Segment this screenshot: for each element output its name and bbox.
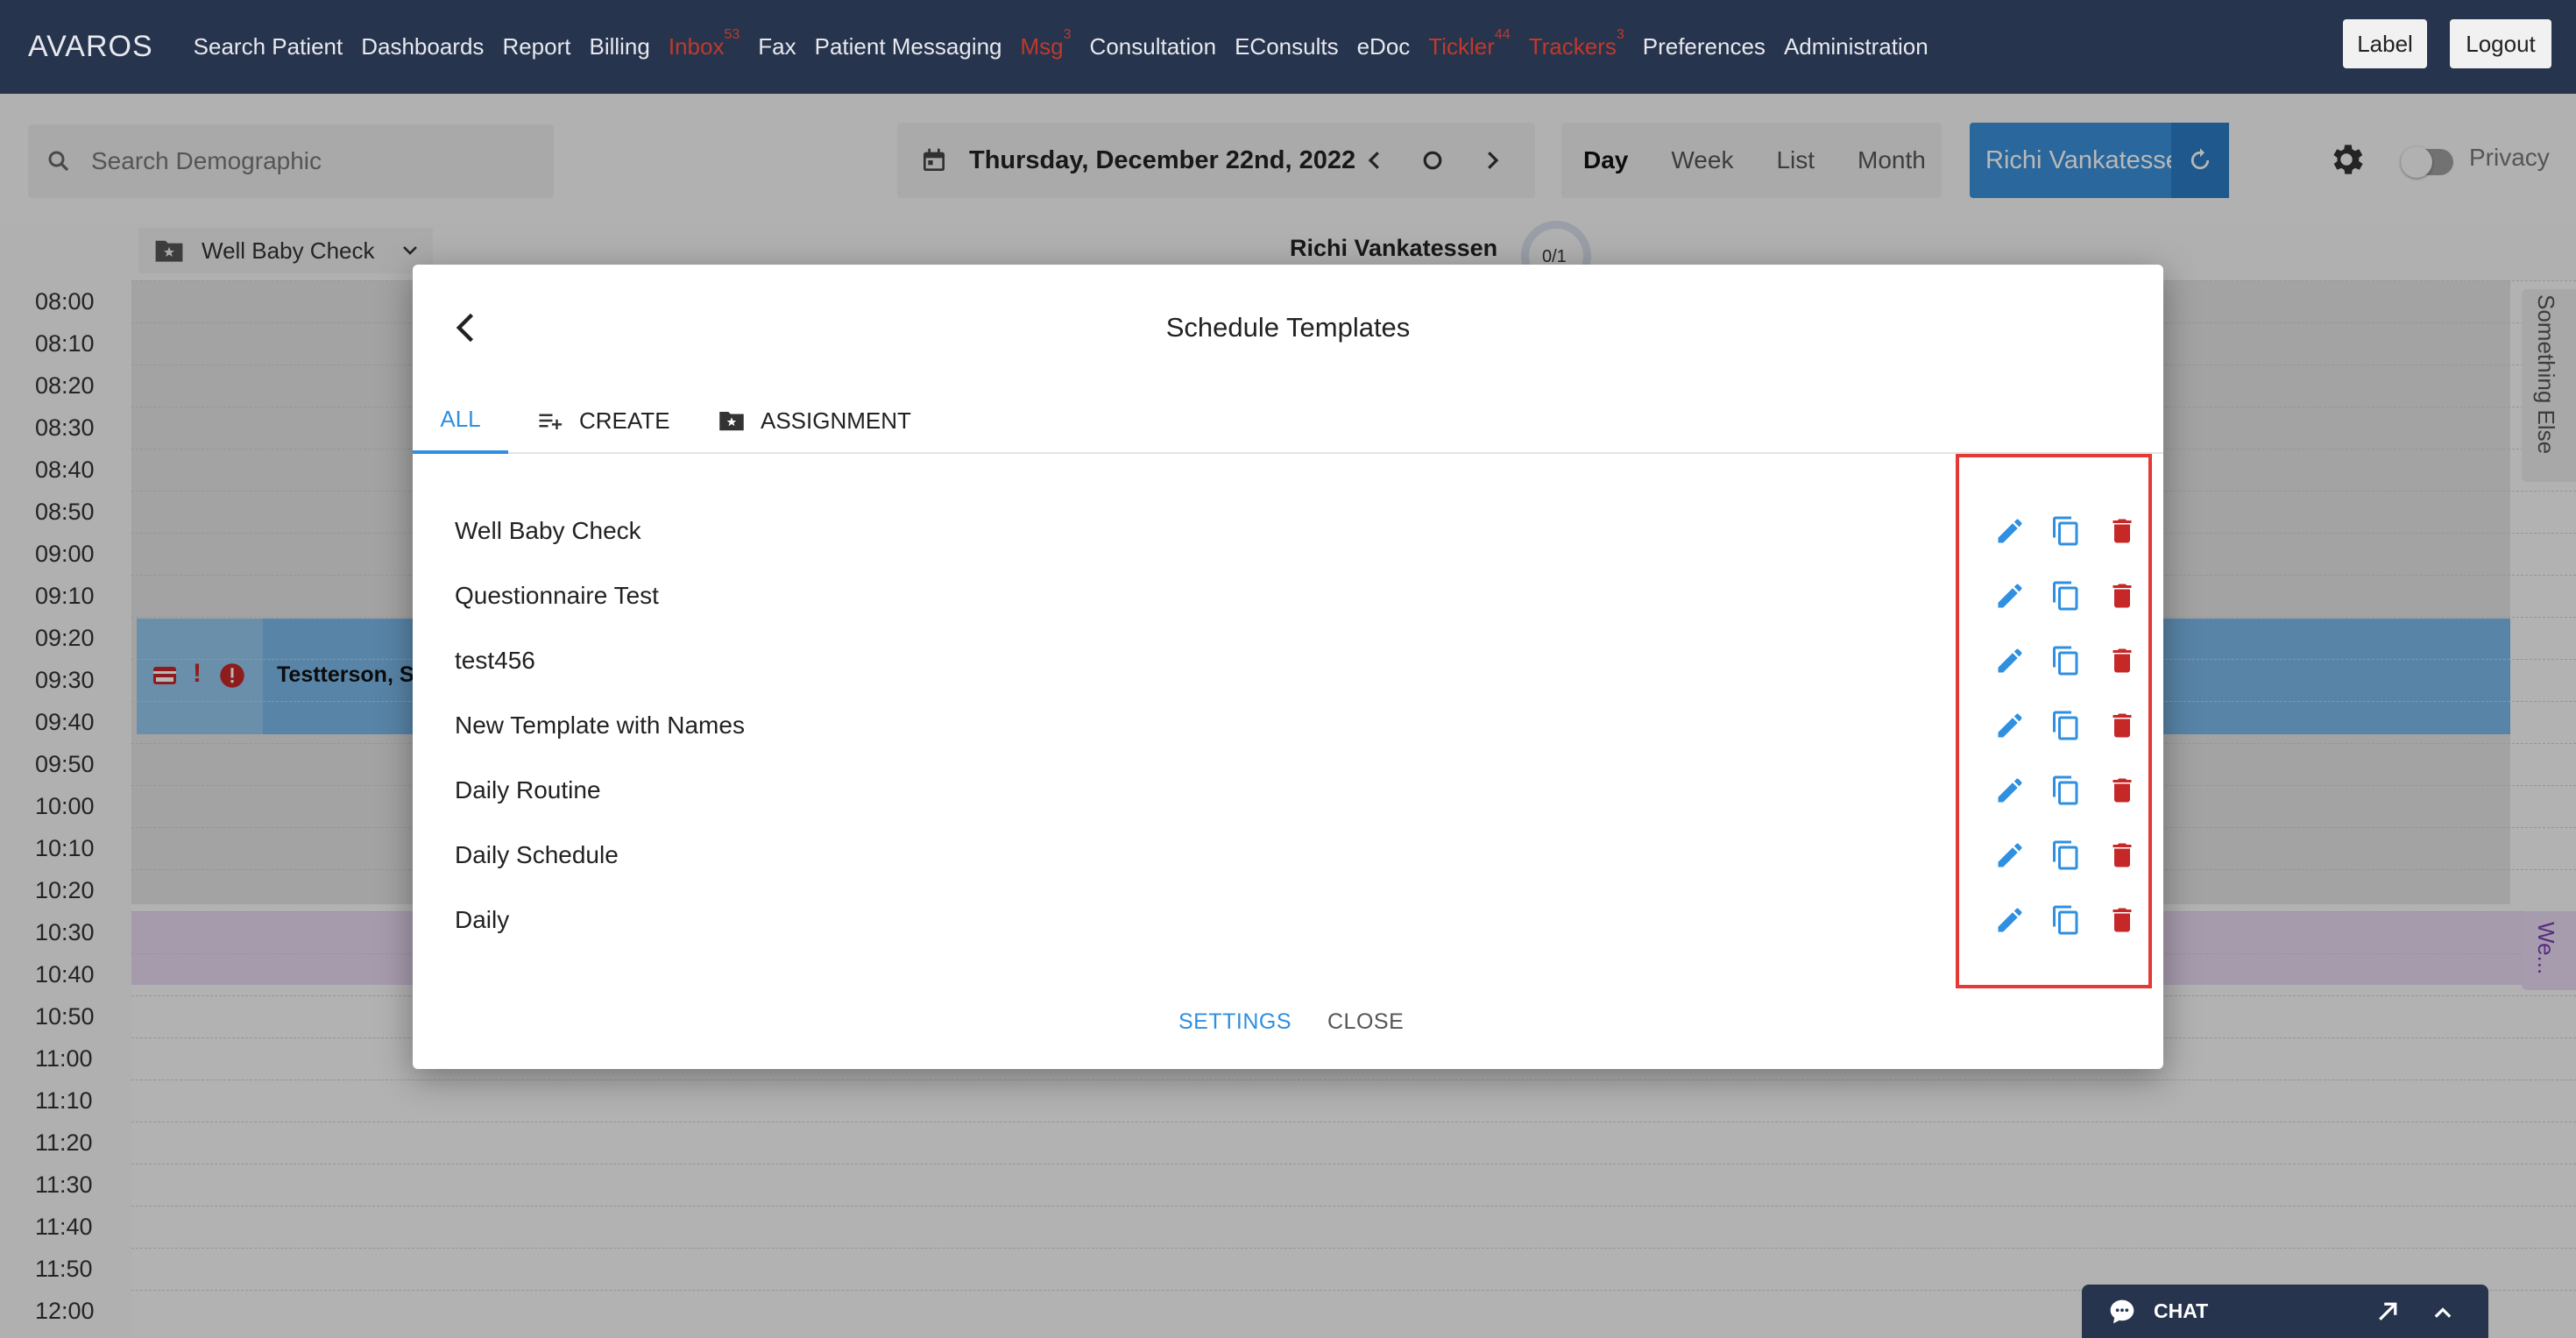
nav-item-label: Patient Messaging (814, 33, 1002, 60)
logout-button[interactable]: Logout (2450, 19, 2551, 68)
template-row[interactable]: Well Baby Check (413, 499, 2163, 564)
template-row[interactable]: Daily Schedule (413, 824, 2163, 888)
tab-all[interactable]: ALL (413, 387, 508, 454)
template-name[interactable]: Daily Routine (455, 776, 601, 804)
template-row[interactable]: Daily Routine (413, 759, 2163, 824)
nav-item-dashboards[interactable]: Dashboards (361, 33, 484, 60)
nav-item-label: Report (502, 33, 571, 60)
nav-item-econsults[interactable]: EConsults (1235, 33, 1339, 60)
nav-item-label: Billing (589, 33, 650, 60)
dialog-title: Schedule Templates (1165, 312, 1411, 343)
nav-item-edoc[interactable]: eDoc (1357, 33, 1411, 60)
close-button[interactable]: CLOSE (1327, 1009, 1404, 1035)
nav-item-label: Dashboards (361, 33, 485, 60)
nav-item-count-badge: 53 (724, 27, 740, 43)
actions-highlight-box (1956, 454, 2152, 988)
tab-create-label: CREATE (579, 407, 670, 434)
template-name[interactable]: Daily (455, 906, 509, 934)
brand-logo: AVAROS (28, 30, 153, 63)
nav-item-tickler[interactable]: Tickler44 (1428, 27, 1510, 60)
template-row[interactable]: test456 (413, 629, 2163, 694)
nav-item-label: Inbox (668, 33, 725, 60)
nav-item-search-patient[interactable]: Search Patient (194, 33, 343, 60)
nav-item-count-badge: 44 (1494, 27, 1511, 43)
label-button[interactable]: Label (2343, 19, 2427, 68)
nav-item-label: Preferences (1642, 33, 1766, 60)
nav-item-billing[interactable]: Billing (589, 33, 649, 60)
template-row[interactable]: Questionnaire Test (413, 564, 2163, 629)
nav-item-label: Tickler (1428, 33, 1495, 60)
tab-assignment-label: ASSIGNMENT (761, 407, 911, 434)
template-name[interactable]: Daily Schedule (455, 841, 619, 869)
chat-widget[interactable]: CHAT (2082, 1285, 2488, 1338)
nav-item-count-badge: 3 (1616, 27, 1624, 43)
nav-item-consultation[interactable]: Consultation (1090, 33, 1217, 60)
nav-item-patient-messaging[interactable]: Patient Messaging (815, 33, 1002, 60)
nav-item-preferences[interactable]: Preferences (1643, 33, 1766, 60)
chevron-up-icon[interactable] (2431, 1300, 2455, 1325)
nav-item-label: Fax (758, 33, 796, 60)
chat-bubble-icon (2110, 1299, 2134, 1323)
nav-item-count-badge: 3 (1063, 27, 1072, 43)
nav-item-msg[interactable]: Msg3 (1020, 27, 1072, 60)
schedule-templates-dialog: Schedule Templates ALL CREATE ASSIGNMENT… (413, 265, 2163, 1069)
nav-item-label: Search Patient (193, 33, 343, 60)
template-row[interactable]: Daily (413, 888, 2163, 953)
nav-item-label: Msg (1020, 33, 1064, 60)
settings-button[interactable]: SETTINGS (1178, 1009, 1292, 1035)
tab-create[interactable]: CREATE (537, 387, 670, 454)
dialog-tabs: ALL CREATE ASSIGNMENT (413, 387, 2163, 454)
nav-item-label: Administration (1783, 33, 1928, 60)
nav-item-inbox[interactable]: Inbox53 (668, 27, 740, 60)
tab-assignment[interactable]: ASSIGNMENT (718, 387, 911, 454)
nav-item-label: Trackers (1528, 33, 1617, 60)
template-name[interactable]: Questionnaire Test (455, 582, 659, 610)
open-in-new-icon[interactable] (2374, 1299, 2401, 1325)
template-name[interactable]: test456 (455, 647, 535, 675)
template-name[interactable]: Well Baby Check (455, 517, 641, 545)
nav-item-trackers[interactable]: Trackers3 (1528, 27, 1624, 60)
nav-item-administration[interactable]: Administration (1784, 33, 1928, 60)
chat-label: CHAT (2154, 1299, 2209, 1322)
template-name[interactable]: New Template with Names (455, 711, 745, 740)
nav-item-label: EConsults (1235, 33, 1339, 60)
nav-menu: Search Patient Dashboards Report Billing Inb… (194, 27, 1947, 60)
folder-star-icon (719, 412, 744, 431)
template-row[interactable]: New Template with Names (413, 694, 2163, 759)
tab-all-label: ALL (440, 405, 481, 432)
top-nav: AVAROS Search Patient Dashboards Report Bil… (0, 0, 2576, 94)
nav-item-label: Consultation (1089, 33, 1217, 60)
nav-item-fax[interactable]: Fax (758, 33, 796, 60)
playlist-add-icon (539, 414, 563, 429)
nav-item-label: eDoc (1356, 33, 1411, 60)
nav-item-report[interactable]: Report (502, 33, 570, 60)
